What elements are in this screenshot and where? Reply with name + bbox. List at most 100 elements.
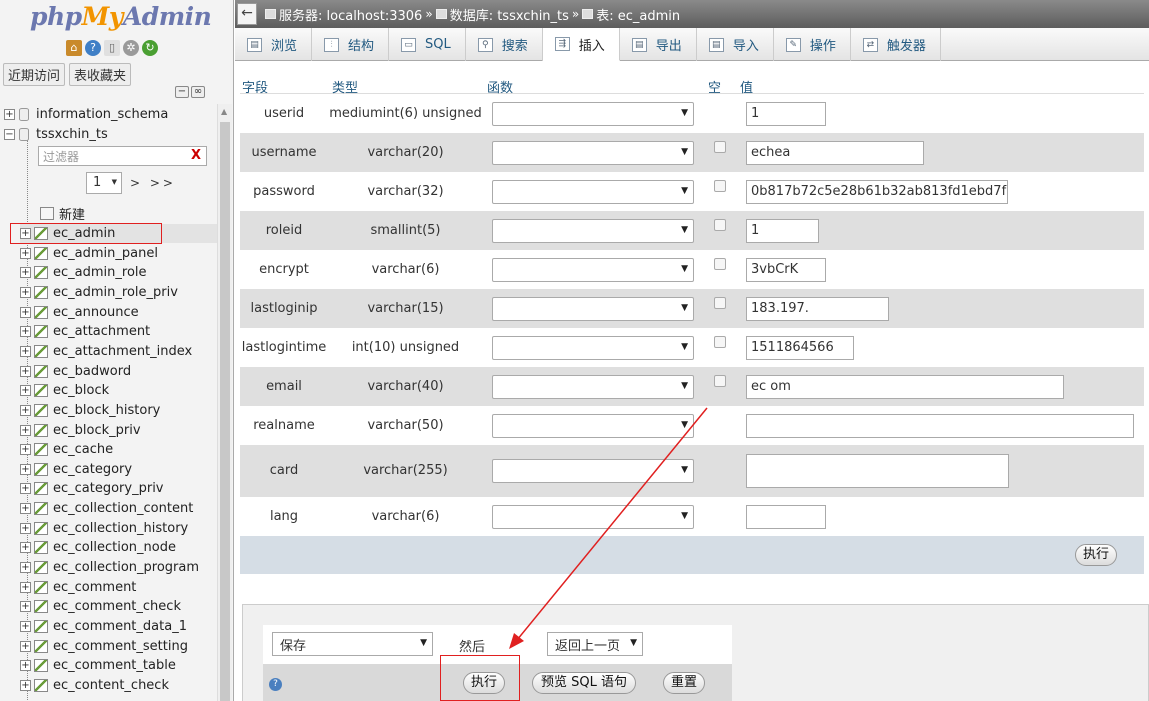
- function-select[interactable]: [492, 375, 694, 399]
- tab-browse[interactable]: ▤ 浏览: [235, 28, 313, 61]
- grid-execute-button[interactable]: 执行: [1075, 544, 1117, 566]
- table-icon[interactable]: [34, 384, 48, 398]
- expand-icon[interactable]: +: [20, 385, 31, 397]
- null-checkbox[interactable]: [714, 336, 726, 348]
- preview-sql-button[interactable]: 预览 SQL 语句: [532, 672, 636, 694]
- expand-icon[interactable]: +: [20, 247, 31, 259]
- tab-triggers[interactable]: ⇄ 触发器: [851, 28, 941, 61]
- table-icon[interactable]: [34, 639, 48, 653]
- table-item[interactable]: + ec_block: [20, 381, 217, 400]
- expand-icon[interactable]: +: [20, 483, 31, 495]
- table-item[interactable]: + ec_block_priv: [20, 421, 217, 440]
- table-label[interactable]: ec_collection_history: [53, 521, 188, 536]
- table-label[interactable]: ec_collection_content: [53, 501, 193, 516]
- value-input[interactable]: 1: [746, 219, 819, 243]
- table-item[interactable]: + ec_collection_history: [20, 519, 217, 538]
- table-icon[interactable]: [34, 580, 48, 594]
- table-item[interactable]: + ec_category: [20, 460, 217, 479]
- table-icon[interactable]: [34, 521, 48, 535]
- expand-icon[interactable]: +: [20, 562, 31, 574]
- expand-icon[interactable]: +: [20, 660, 31, 672]
- tab-sql[interactable]: ▭ SQL: [389, 28, 466, 61]
- recent-tables-tab[interactable]: 近期访问: [3, 63, 66, 86]
- table-label[interactable]: ec_admin_panel: [53, 246, 158, 261]
- table-icon[interactable]: [34, 285, 48, 299]
- table-item[interactable]: + ec_admin_role: [20, 263, 217, 282]
- table-label[interactable]: ec_attachment: [53, 324, 150, 339]
- table-label[interactable]: ec_category: [53, 462, 132, 477]
- table-item[interactable]: + ec_comment: [20, 578, 217, 597]
- expand-icon[interactable]: +: [20, 542, 31, 554]
- scroll-up-icon[interactable]: ▲: [221, 107, 227, 116]
- table-icon[interactable]: [34, 600, 48, 614]
- expand-icon[interactable]: +: [20, 365, 31, 377]
- expand-icon[interactable]: +: [20, 345, 31, 357]
- table-item[interactable]: + ec_block_history: [20, 401, 217, 420]
- function-select[interactable]: [492, 414, 694, 438]
- tab-import[interactable]: ▤ 导入: [697, 28, 774, 61]
- table-icon[interactable]: [34, 403, 48, 417]
- reset-button[interactable]: 重置: [663, 672, 705, 694]
- table-item[interactable]: + ec_announce: [20, 303, 217, 322]
- function-select[interactable]: [492, 505, 694, 529]
- tab-search[interactable]: ⚲ 搜索: [466, 28, 543, 61]
- table-label[interactable]: ec_cache: [53, 442, 113, 457]
- favorite-tables-tab[interactable]: 表收藏夹: [69, 63, 132, 86]
- value-input[interactable]: 183.197.: [746, 297, 889, 321]
- tab-structure[interactable]: ⫶ 结构: [312, 28, 390, 61]
- expand-icon[interactable]: +: [20, 621, 31, 632]
- expand-icon[interactable]: +: [20, 404, 31, 416]
- back-arrow-icon[interactable]: ←: [237, 3, 257, 25]
- expand-icon[interactable]: +: [20, 306, 31, 318]
- expand-icon[interactable]: +: [20, 444, 31, 456]
- expand-icon[interactable]: +: [20, 601, 31, 613]
- table-item[interactable]: + ec_collection_node: [20, 538, 217, 557]
- table-label[interactable]: ec_comment: [53, 580, 136, 595]
- expand-icon[interactable]: +: [20, 640, 31, 652]
- value-input[interactable]: [746, 414, 1134, 438]
- table-item[interactable]: + ec_comment_setting: [20, 637, 217, 656]
- table-filter-input[interactable]: 过滤器: [38, 146, 207, 166]
- table-icon[interactable]: [34, 325, 48, 339]
- table-label[interactable]: ec_admin_role_priv: [53, 285, 178, 300]
- table-icon[interactable]: [34, 266, 48, 280]
- table-label[interactable]: ec_block: [53, 383, 109, 398]
- table-icon[interactable]: [34, 344, 48, 358]
- table-label[interactable]: ec_block_history: [53, 403, 160, 418]
- table-icon[interactable]: [34, 443, 48, 457]
- tab-insert[interactable]: ⇶ 插入: [542, 28, 620, 61]
- scrollbar-thumb[interactable]: [220, 122, 230, 701]
- value-input[interactable]: ec om: [746, 375, 1064, 399]
- null-checkbox[interactable]: [714, 258, 726, 270]
- value-input[interactable]: 3vbCrK: [746, 258, 826, 282]
- expand-icon[interactable]: +: [4, 108, 15, 120]
- table-label[interactable]: ec_comment_check: [53, 599, 181, 614]
- breadcrumb-database[interactable]: 数据库: tssxchin_ts: [450, 5, 569, 24]
- null-checkbox[interactable]: [714, 297, 726, 309]
- reload-icon[interactable]: ↻: [142, 40, 158, 56]
- page-select[interactable]: 1: [86, 172, 122, 194]
- table-icon[interactable]: [34, 502, 48, 516]
- settings-gear-icon[interactable]: ✲: [123, 40, 139, 56]
- table-item[interactable]: + ec_attachment_index: [20, 342, 217, 361]
- null-checkbox[interactable]: [714, 375, 726, 387]
- table-label[interactable]: ec_content_check: [53, 678, 169, 693]
- table-item[interactable]: + ec_admin_role_priv: [20, 283, 217, 302]
- expand-icon[interactable]: +: [20, 424, 31, 436]
- table-icon[interactable]: [34, 482, 48, 496]
- table-item[interactable]: + ec_collection_content: [20, 499, 217, 518]
- table-item[interactable]: + ec_comment_check: [20, 597, 217, 616]
- table-label[interactable]: ec_admin_role: [53, 265, 147, 280]
- table-label[interactable]: ec_badword: [53, 364, 131, 379]
- expand-icon[interactable]: +: [20, 503, 31, 515]
- expand-icon[interactable]: +: [20, 326, 31, 338]
- table-icon[interactable]: [34, 364, 48, 378]
- table-label[interactable]: ec_attachment_index: [53, 344, 192, 359]
- db-tssxchin-ts[interactable]: − tssxchin_ts: [4, 124, 108, 144]
- function-select[interactable]: [492, 297, 694, 321]
- table-icon[interactable]: [34, 462, 48, 476]
- next-page-link[interactable]: > >>: [130, 176, 176, 190]
- value-input[interactable]: echea: [746, 141, 924, 165]
- table-item[interactable]: + ec_comment_table: [20, 656, 217, 675]
- table-label[interactable]: ec_block_priv: [53, 423, 141, 438]
